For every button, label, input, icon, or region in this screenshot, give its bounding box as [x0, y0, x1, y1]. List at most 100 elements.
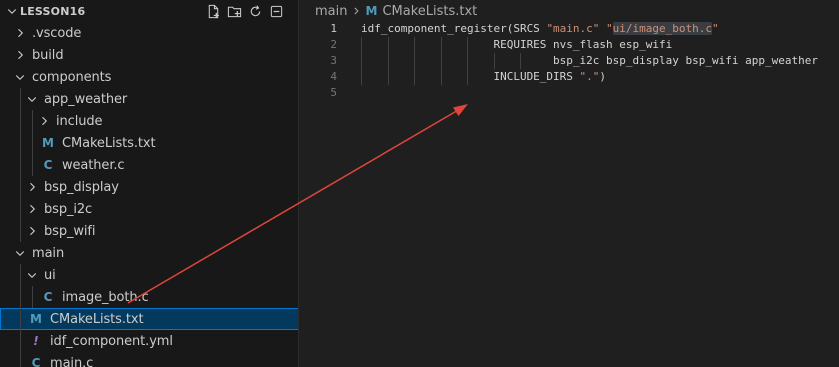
- chevron-down-icon[interactable]: [24, 91, 40, 107]
- code-token: INCLUDE_DIRS: [361, 70, 580, 83]
- c-file-icon: C: [43, 290, 53, 304]
- chevron-right-icon[interactable]: [36, 113, 52, 129]
- chevron-right-icon[interactable]: [12, 25, 28, 41]
- line-number: 2: [330, 38, 337, 51]
- chevron-right-icon[interactable]: [24, 223, 40, 239]
- code-line[interactable]: 1 idf_component_register(SRCS "main.c" "u…: [300, 21, 839, 37]
- code-text: REQUIRES nvs_flash esp_wifi: [361, 37, 672, 53]
- refresh-icon[interactable]: [247, 3, 263, 19]
- tree-file-app-weather-cmakelists[interactable]: M CMakeLists.txt: [0, 132, 298, 154]
- vscode-window: LESSON16 .vscode build components app_we…: [0, 0, 839, 367]
- tree-item-label: idf_component.yml: [50, 333, 173, 349]
- collapse-all-icon[interactable]: [268, 3, 284, 19]
- code-text: INCLUDE_DIRS "."): [361, 69, 606, 85]
- explorer-actions: [205, 3, 284, 19]
- tree-folder-bsp-wifi[interactable]: bsp_wifi: [0, 220, 298, 242]
- tree-file-idf-component-yml[interactable]: ! idf_component.yml: [0, 330, 298, 352]
- tree-folder-main[interactable]: main: [0, 242, 298, 264]
- tree-item-label: build: [32, 47, 64, 63]
- tree-item-label: app_weather: [44, 91, 128, 107]
- indent-guide: [32, 110, 33, 132]
- indent-guide: [20, 352, 21, 367]
- cmake-file-icon: M: [365, 4, 378, 18]
- indent-guide: [20, 132, 21, 154]
- tree-file-image-both-c[interactable]: Cimage_both.c: [0, 286, 298, 308]
- tree-folder-build[interactable]: build: [0, 44, 298, 66]
- indent-guide: [20, 198, 21, 220]
- explorer-title: LESSON16: [20, 4, 86, 18]
- tree-item-label: include: [56, 113, 103, 129]
- tree-folder-bsp-i2c[interactable]: bsp_i2c: [0, 198, 298, 220]
- new-file-icon[interactable]: [205, 3, 221, 19]
- tree-folder-bsp-display[interactable]: bsp_display: [0, 176, 298, 198]
- chevron-right-icon[interactable]: [24, 179, 40, 195]
- breadcrumb-file[interactable]: CMakeLists.txt: [382, 4, 477, 19]
- code-line[interactable]: 2 REQUIRES nvs_flash esp_wifi: [300, 37, 839, 53]
- breadcrumb: main M CMakeLists.txt: [300, 0, 839, 22]
- tree-item-label: bsp_i2c: [44, 201, 93, 217]
- explorer-header[interactable]: LESSON16: [0, 0, 298, 22]
- tree-file-weather-c[interactable]: Cweather.c: [0, 154, 298, 176]
- editor-pane: main M CMakeLists.txt 1 idf_component_reg…: [300, 0, 839, 367]
- tree-item-label: bsp_wifi: [44, 223, 96, 239]
- code-line[interactable]: 4 INCLUDE_DIRS "."): [300, 69, 839, 85]
- new-folder-icon[interactable]: [226, 3, 242, 19]
- line-number: 5: [330, 86, 337, 99]
- highlighted-token: ui/image_both.c: [612, 22, 713, 35]
- tree-item-label: .vscode: [32, 25, 82, 41]
- indent-guide: [20, 176, 21, 198]
- tree-file-main-c[interactable]: Cmain.c: [0, 352, 298, 367]
- tree-folder-include[interactable]: include: [0, 110, 298, 132]
- cmake-file-icon: M: [30, 312, 42, 326]
- code-token: REQUIRES nvs_flash esp_wifi: [361, 38, 673, 51]
- tree-folder-app-weather[interactable]: app_weather: [0, 88, 298, 110]
- indent-guide: [20, 154, 21, 176]
- indent-guide: [20, 220, 21, 242]
- chevron-down-icon[interactable]: [24, 267, 40, 283]
- indent-guide: [32, 132, 33, 154]
- code-token: ): [599, 70, 607, 83]
- chevron-down-icon[interactable]: [12, 245, 28, 261]
- code-text: bsp_i2c bsp_display bsp_wifi app_weather: [361, 53, 818, 69]
- line-number: 3: [330, 54, 337, 67]
- code-token: ": [712, 22, 719, 35]
- tree-item-label: CMakeLists.txt: [50, 311, 144, 327]
- tree-file-main-cmakelists[interactable]: M CMakeLists.txt: [0, 308, 298, 330]
- code-area[interactable]: 1 idf_component_register(SRCS "main.c" "u…: [300, 21, 839, 101]
- chevron-down-icon[interactable]: [12, 69, 28, 85]
- tree-item-label: bsp_display: [44, 179, 119, 195]
- code-line[interactable]: 5: [300, 85, 839, 101]
- indent-guide: [32, 286, 33, 308]
- chevron-down-icon[interactable]: [4, 3, 20, 19]
- chevron-right-icon: [351, 6, 361, 16]
- cmake-file-icon: M: [42, 136, 54, 150]
- c-file-icon: C: [31, 356, 41, 367]
- indent-guide: [20, 264, 21, 286]
- file-tree: .vscode build components app_weatherinclude…: [0, 22, 298, 367]
- tree-item-label: main: [32, 245, 65, 261]
- indent-guide: [20, 286, 21, 308]
- explorer-sidebar: LESSON16 .vscode build components app_we…: [0, 0, 299, 367]
- code-token: ".": [579, 70, 600, 83]
- indent-guide: [20, 110, 21, 132]
- yaml-file-icon: !: [33, 334, 39, 348]
- breadcrumb-folder[interactable]: main: [315, 4, 347, 19]
- code-line[interactable]: 3 bsp_i2c bsp_display bsp_wifi app_weath…: [300, 53, 839, 69]
- tree-item-label: main.c: [50, 355, 94, 367]
- tree-item-label: weather.c: [62, 157, 125, 173]
- code-text: idf_component_register(SRCS "main.c" "ui…: [361, 21, 719, 37]
- tree-folder-vscode[interactable]: .vscode: [0, 22, 298, 44]
- c-file-icon: C: [43, 158, 53, 172]
- tree-item-label: image_both.c: [62, 289, 149, 305]
- indent-guide: [32, 154, 33, 176]
- indent-guide: [20, 308, 21, 330]
- line-number: 4: [330, 70, 337, 83]
- tree-folder-components[interactable]: components: [0, 66, 298, 88]
- chevron-right-icon[interactable]: [12, 47, 28, 63]
- tree-folder-ui[interactable]: ui: [0, 264, 298, 286]
- tree-item-label: components: [32, 69, 112, 85]
- code-token: idf_component_register(SRCS: [361, 22, 547, 35]
- chevron-right-icon[interactable]: [24, 201, 40, 217]
- code-token: ": [606, 22, 613, 35]
- tree-item-label: ui: [44, 267, 56, 283]
